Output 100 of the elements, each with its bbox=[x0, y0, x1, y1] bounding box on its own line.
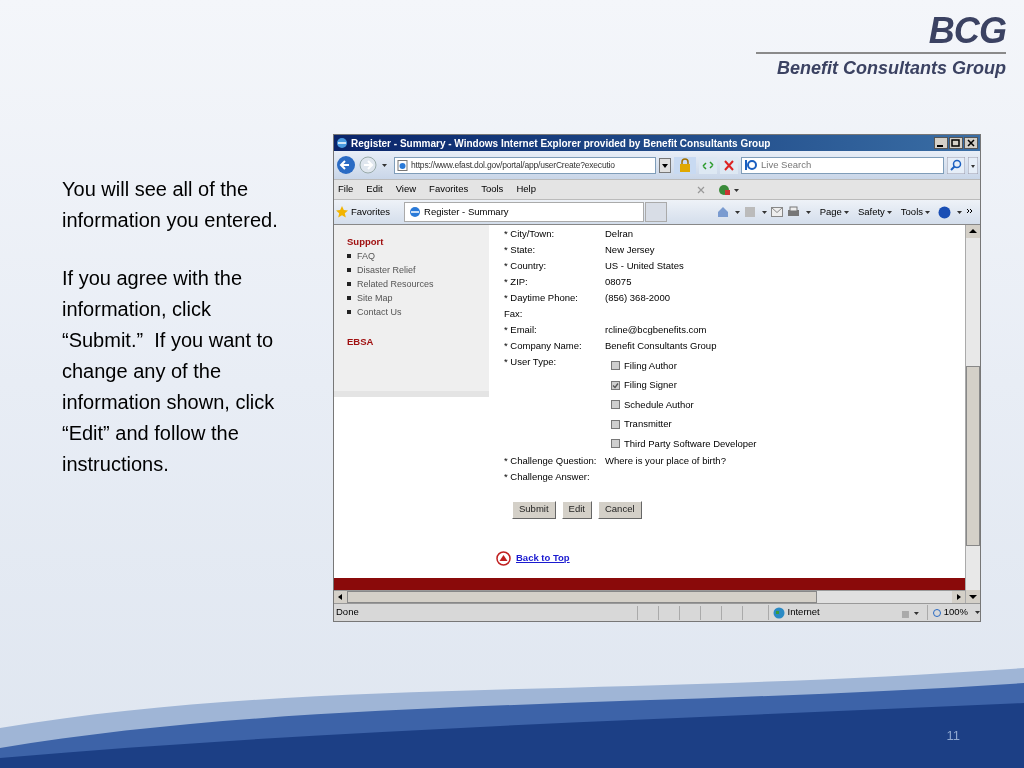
caret-icon bbox=[761, 210, 767, 214]
checkbox-label: Filing Signer bbox=[624, 378, 677, 393]
field-label: * ZIP: bbox=[504, 274, 529, 289]
instruction-text: If you agree with the information, click “Submit.” If you want to change any of the information shown, click “Edit” and follow the instructions. bbox=[62, 266, 276, 477]
checkbox[interactable] bbox=[611, 400, 620, 410]
checkbox-label: Schedule Author bbox=[624, 397, 694, 412]
field-value: Delran bbox=[605, 226, 633, 241]
checkbox[interactable] bbox=[611, 439, 620, 449]
minimize-icon[interactable] bbox=[934, 137, 948, 149]
globe-icon bbox=[772, 606, 785, 619]
command-button[interactable]: Page bbox=[819, 204, 842, 220]
field-label: * Daytime Phone: bbox=[504, 290, 579, 305]
sidebar-heading[interactable]: EBSA bbox=[347, 335, 489, 350]
mail-icon[interactable] bbox=[770, 207, 783, 217]
field-label: * City/Town: bbox=[504, 226, 556, 241]
form-button[interactable]: Edit bbox=[561, 500, 592, 519]
bullet-icon bbox=[347, 310, 351, 315]
menu-item[interactable]: Help bbox=[516, 182, 536, 197]
logo-name: Benefit Consultants Group bbox=[777, 57, 1006, 80]
checkbox-label: Third Party Software Developer bbox=[624, 436, 757, 451]
logo-mark: BCG bbox=[928, 12, 1006, 50]
field-label: * Challenge Answer: bbox=[504, 470, 591, 485]
sidebar-heading[interactable]: Support bbox=[347, 235, 489, 250]
sidebar-link[interactable]: Site Map bbox=[357, 291, 393, 305]
field-value: 08075 bbox=[605, 274, 632, 289]
field-value: rcline@bcgbenefits.com bbox=[605, 322, 707, 337]
browser-logo-icon bbox=[409, 206, 422, 218]
close-icon[interactable] bbox=[964, 137, 978, 149]
zone-text: Internet bbox=[787, 605, 820, 620]
search-engine-icon bbox=[744, 159, 758, 171]
checkbox[interactable] bbox=[611, 419, 620, 429]
field-value: (856) 368-2000 bbox=[605, 290, 670, 305]
page-number: 11 bbox=[946, 727, 960, 745]
home-icon[interactable] bbox=[716, 206, 729, 218]
chevron-icon[interactable] bbox=[966, 208, 974, 216]
zoom-level[interactable]: 100% bbox=[943, 605, 969, 620]
command-button[interactable]: Tools bbox=[900, 204, 923, 220]
caret-icon bbox=[975, 611, 981, 614]
scroll-right-icon[interactable] bbox=[952, 591, 965, 603]
bullet-icon bbox=[347, 296, 351, 301]
caret-icon bbox=[805, 210, 811, 214]
field-label: * Email: bbox=[504, 322, 538, 337]
scrollbar-thumb[interactable] bbox=[966, 366, 980, 546]
address-field[interactable]: https://www.efast.dol.gov/portal/app/userCreate?executio bbox=[394, 156, 656, 174]
forward-icon[interactable] bbox=[359, 156, 377, 174]
menu-item[interactable]: File bbox=[338, 182, 354, 197]
search-field[interactable]: Live Search bbox=[741, 156, 944, 174]
field-label: * Country: bbox=[504, 258, 548, 273]
checkbox-label: Transmitter bbox=[624, 417, 672, 432]
page-icon bbox=[397, 159, 408, 171]
caret-icon bbox=[382, 163, 387, 167]
caret-icon bbox=[843, 210, 849, 214]
sidebar-link[interactable]: FAQ bbox=[357, 249, 375, 263]
bullet-icon bbox=[347, 268, 351, 273]
window-title: Register - Summary - Windows Internet Explorer provided by Benefit Consultants Group bbox=[351, 136, 771, 151]
sidebar-link[interactable]: Disaster Relief bbox=[357, 263, 416, 277]
form-button[interactable]: Cancel bbox=[597, 500, 642, 519]
form-button[interactable]: Submit bbox=[512, 500, 556, 519]
zoom-icon[interactable] bbox=[931, 607, 942, 618]
dropdown-icon[interactable] bbox=[659, 157, 671, 173]
field-value: Benefit Consultants Group bbox=[605, 338, 717, 353]
back-to-top-link[interactable]: Back to Top bbox=[516, 550, 570, 566]
favorites-button[interactable]: Favorites bbox=[351, 204, 391, 220]
checkbox[interactable] bbox=[611, 361, 620, 371]
scroll-left-icon[interactable] bbox=[334, 591, 347, 603]
bullet-icon bbox=[347, 282, 351, 287]
search-icon[interactable] bbox=[947, 156, 965, 174]
print-icon[interactable] bbox=[786, 206, 800, 218]
field-value: New Jersey bbox=[605, 242, 655, 257]
menu-item[interactable]: View bbox=[395, 182, 417, 197]
menu-item[interactable]: Tools bbox=[481, 182, 504, 197]
globe-icon[interactable] bbox=[717, 183, 740, 196]
instruction-text: You will see all of the information you entered. bbox=[62, 177, 279, 233]
address-text: https://www.efast.dol.gov/portal/app/userCreate?executio bbox=[411, 158, 615, 172]
checkbox[interactable] bbox=[611, 380, 620, 390]
field-value: Where is your place of birth? bbox=[605, 454, 726, 469]
caret-icon bbox=[925, 210, 930, 214]
field-label: * Challenge Question: bbox=[504, 454, 598, 469]
scroll-down-icon[interactable] bbox=[966, 590, 980, 603]
field-value: US - United States bbox=[605, 258, 684, 273]
menu-item[interactable]: Edit bbox=[366, 182, 383, 197]
field-label: * Company Name: bbox=[504, 338, 583, 353]
browser-logo-icon bbox=[336, 137, 348, 149]
scroll-up-icon[interactable] bbox=[966, 225, 980, 238]
star-icon[interactable] bbox=[336, 206, 348, 218]
back-icon[interactable] bbox=[336, 155, 356, 175]
browser-tab[interactable]: Register - Summary bbox=[404, 202, 645, 222]
field-label: * User Type: bbox=[504, 354, 558, 369]
scrollbar-thumb[interactable] bbox=[347, 591, 817, 603]
status-text: Done bbox=[335, 605, 360, 620]
maximize-icon[interactable] bbox=[949, 137, 963, 149]
search-input[interactable]: Live Search bbox=[761, 157, 941, 173]
sidebar-link[interactable]: Related Resources bbox=[357, 277, 434, 291]
field-label: * State: bbox=[504, 242, 537, 257]
caret-icon bbox=[734, 210, 740, 214]
sidebar-link[interactable]: Contact Us bbox=[357, 305, 402, 319]
command-button[interactable]: Safety bbox=[857, 204, 885, 220]
menu-item[interactable]: Favorites bbox=[429, 182, 469, 197]
checkbox-label: Filing Author bbox=[624, 358, 677, 373]
caret-icon bbox=[886, 210, 892, 214]
